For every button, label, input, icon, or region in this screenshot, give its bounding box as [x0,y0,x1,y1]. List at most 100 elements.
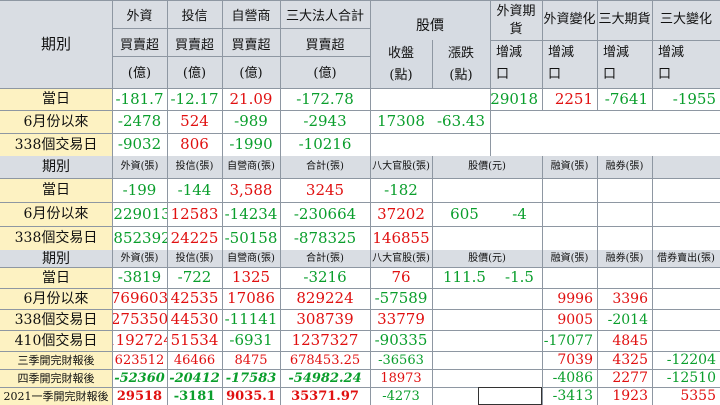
grid-line [0,202,720,203]
table3-change-value: -1.5 [505,268,534,286]
table1-change-value: -63.43 [436,112,485,130]
table1-value: -172.78 [296,89,354,108]
table3-col-header: 借券賣出(張) [657,252,715,264]
table3-row-label: 當日 [42,269,70,286]
table1-close-unit: (點) [389,67,413,83]
table3-value: -17583 [225,370,277,386]
table2-col-header: 融資(張) [550,161,589,172]
table1-futures-unit: 口 [658,66,672,82]
table3-value: 35371.97 [291,388,359,404]
table1-futures-value: -1955 [672,89,716,108]
grid-line [542,250,543,405]
table1-futures-change-label: 增減 [603,44,630,60]
grid-line [542,156,543,250]
table3-row-label: 338個交易日 [14,311,98,328]
table3-value: 1192724 [112,331,167,349]
table3-value: 308739 [296,310,354,328]
table3-value: -4273 [382,388,420,404]
selection-box [478,387,542,405]
table1-col-header: 外資 [126,8,153,24]
grid-line [222,250,223,405]
grid-line [542,0,543,110]
table3-margin-value: -4086 [552,370,593,386]
table2-col-header: 融券(張) [605,161,644,172]
grid-line [222,0,223,156]
table3-value: 829224 [296,289,354,307]
table1-col-unit: (億) [239,65,263,81]
table1-value: -12.17 [170,89,219,108]
table2-row-label: 338個交易日 [14,230,98,246]
table1-col-subheader: 買賣超 [305,37,345,53]
grid-line [0,0,720,1]
table3-value: -52360 [114,370,165,386]
grid-line [597,250,598,405]
table3-value: 623512 [114,352,165,368]
grid-line [0,267,720,268]
table3-value: -36563 [378,352,424,368]
table1-col-unit: (億) [313,65,337,81]
table3-margin-value: 5355 [680,388,716,404]
table3-col-header: 合計(張) [306,252,344,264]
table1-col-header: 三大法人合計 [285,8,364,24]
table3-value: -54982.24 [288,370,362,386]
table1-futures-unit: 口 [496,66,510,82]
grid-line [652,0,653,110]
table3-value: 275350 [112,310,167,328]
grid-line [0,387,720,388]
table3-value: 1325 [231,268,271,286]
grid-line [370,250,371,405]
table1-futures-value: -7641 [604,89,648,108]
table1-change-label: 漲跌 [447,45,474,61]
table3-value: 42535 [170,289,219,307]
table3-value: -722 [177,268,212,286]
table3-period-header: 期別 [42,250,70,267]
table2-price-value: 605 [450,204,479,223]
grid-line [432,40,433,88]
table3-row-label: 2021一季開完財報後 [3,389,109,403]
table3-margin-value: 9005 [557,311,593,328]
table3-col-header: 融資(張) [550,252,589,264]
table2-col-header: 外資(張) [120,161,159,172]
table1-value: -989 [234,112,268,130]
grid-line [0,133,720,134]
grid-line [0,110,720,111]
table1-row-label: 當日 [42,91,70,107]
table1-value: -9032 [117,135,162,153]
grid-line [0,226,720,227]
table1-col-subheader: 買賣超 [119,37,159,53]
grid-line [167,0,168,156]
table3-col-header: 八大官股(張) [372,252,430,264]
grid-line [0,351,720,352]
table3-margin-value: 9996 [557,290,593,307]
table3-margin-value: 1923 [612,388,648,404]
table1-futures-value: 2251 [554,89,593,108]
table1-futures-unit: 口 [548,66,562,82]
table3-value: 51534 [170,331,219,349]
table2-col-header: 自營商(張) [227,161,275,172]
table1-value: -2478 [117,112,162,130]
grid-line [0,309,720,310]
table3-value: -90335 [374,331,428,349]
table3-row-label: 四季開完財報後 [17,371,95,385]
grid-line [597,156,598,250]
table3-margin-value: 4845 [612,332,648,349]
table1-col-subheader: 買賣超 [231,37,271,53]
table1-row-label: 6月份以來 [23,113,89,130]
table1-change-unit: (點) [449,67,473,83]
table1-value: 524 [180,112,209,130]
table1-period-header: 期別 [40,34,71,53]
table2-col-header: 投信(張) [175,161,214,172]
table3-value: 8475 [234,352,268,368]
table1-futures-header: 貨 [509,21,523,37]
table2-period-header: 期別 [42,159,70,175]
table3-col-header: 股價(元) [468,252,506,264]
table2-value: -182 [384,180,418,199]
table3-margin-value: 2277 [612,370,648,386]
table1-value: -2943 [303,112,347,130]
table2-value: -230664 [293,204,357,223]
grid-line [432,250,433,405]
table2-value: 37202 [377,204,425,223]
grid-line [370,0,371,156]
table3-value: 769603 [112,289,167,307]
grid-line [280,250,281,405]
